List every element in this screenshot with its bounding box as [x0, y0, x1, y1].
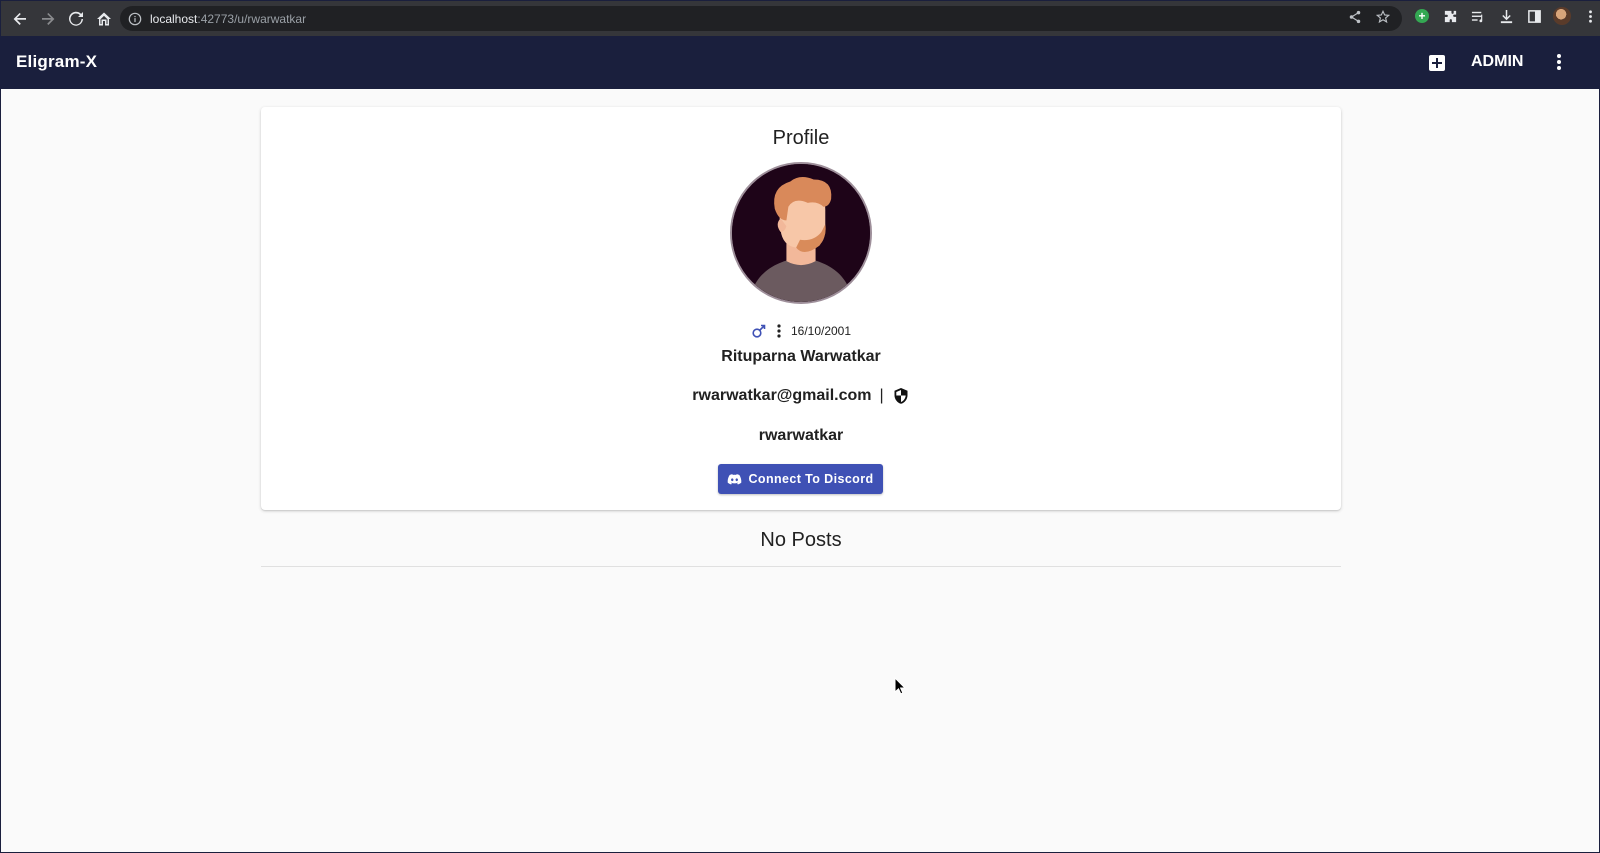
home-icon[interactable]: [91, 6, 117, 32]
address-bar[interactable]: localhost:42773/u/rwarwatkar: [120, 6, 1402, 31]
username: rwarwatkar: [758, 427, 844, 444]
more-vert-icon[interactable]: [1549, 52, 1569, 72]
reload-icon[interactable]: [63, 6, 89, 32]
more-vert-icon[interactable]: [771, 323, 787, 339]
info-icon[interactable]: [128, 12, 142, 26]
date-of-birth: 16/10/2001: [790, 324, 852, 338]
browser-toolbar: localhost:42773/u/rwarwatkar +: [1, 1, 1600, 36]
connect-discord-label: Connect To Discord: [748, 472, 874, 486]
full-name: Rituparna Warwatkar: [721, 348, 881, 365]
meta-row: 16/10/2001: [261, 323, 1341, 339]
profile-card: Profile 16/10/2001 Rituparna Warwatkar r…: [261, 107, 1341, 510]
side-panel-icon[interactable]: [1525, 7, 1543, 25]
avatar: [730, 162, 872, 304]
email-text: rwarwatkar@gmail.com: [692, 387, 872, 404]
email-row: rwarwatkar@gmail.com |: [261, 387, 1341, 405]
male-gender-icon: [752, 324, 766, 338]
bookmark-star-icon[interactable]: [1376, 10, 1390, 24]
url-text: localhost:42773/u/rwarwatkar: [150, 11, 307, 26]
extension-add-icon[interactable]: +: [1413, 7, 1431, 25]
profile-avatar[interactable]: [1553, 7, 1571, 25]
back-icon[interactable]: [7, 6, 33, 32]
browser-menu-icon[interactable]: [1581, 7, 1599, 25]
add-post-icon[interactable]: [1428, 54, 1446, 72]
user-menu-button[interactable]: ADMIN: [1471, 53, 1523, 71]
media-queue-icon[interactable]: [1469, 7, 1487, 25]
app-bar: Eligram-X ADMIN: [1, 36, 1600, 89]
separator: |: [879, 387, 884, 404]
share-icon[interactable]: [1348, 10, 1362, 24]
connect-discord-button[interactable]: Connect To Discord: [718, 464, 883, 494]
forward-icon[interactable]: [35, 6, 61, 32]
mouse-cursor-icon: [894, 677, 906, 695]
download-icon[interactable]: [1497, 7, 1515, 25]
no-posts-label: No Posts: [760, 529, 842, 551]
profile-heading: Profile: [772, 127, 830, 149]
shield-icon: [894, 388, 908, 404]
discord-icon: [728, 473, 742, 484]
app-title[interactable]: Eligram-X: [16, 52, 97, 72]
divider: [261, 566, 1341, 567]
extensions-puzzle-icon[interactable]: [1441, 7, 1459, 25]
